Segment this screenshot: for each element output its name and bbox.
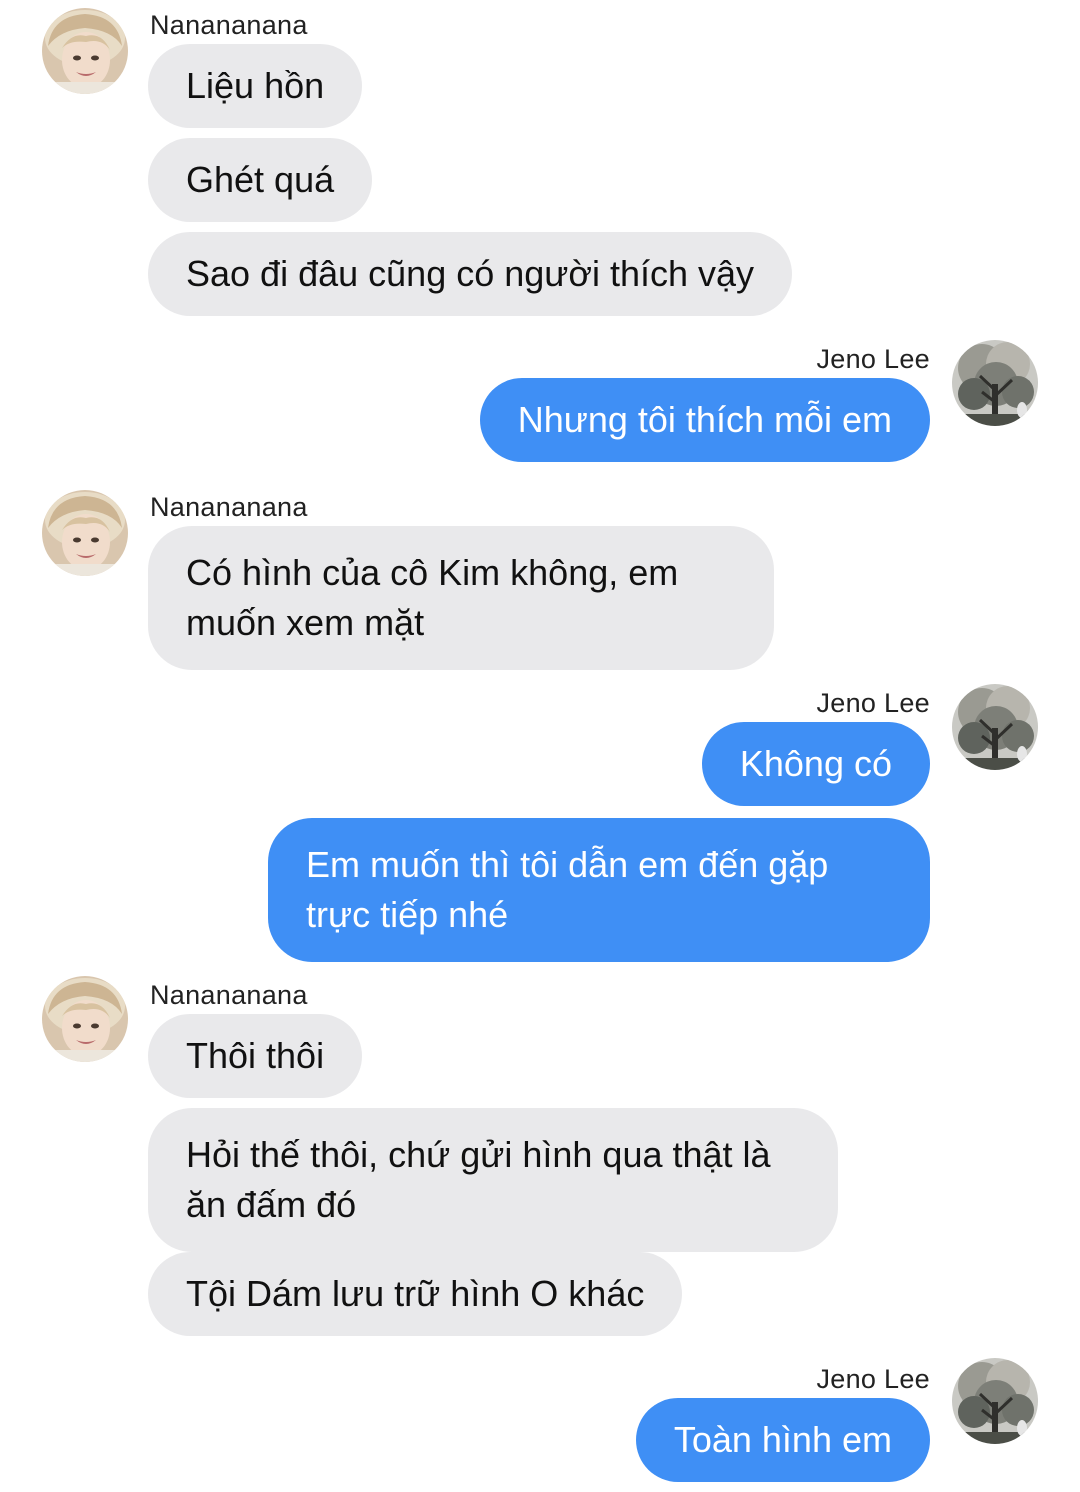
my-avatar[interactable] (952, 340, 1038, 426)
tree-photo-avatar-icon (952, 340, 1038, 426)
outgoing-message[interactable]: Không có (701, 722, 930, 806)
sender-name: Jeno Lee (816, 344, 930, 374)
sender-name: Nanananana (150, 980, 308, 1010)
incoming-message[interactable]: Tội Dám lưu trữ hình O khác (148, 1252, 683, 1336)
contact-avatar[interactable] (42, 8, 128, 94)
outgoing-message[interactable]: Toàn hình em (635, 1398, 930, 1482)
sender-name: Jeno Lee (816, 688, 930, 718)
sender-name: Nanananana (150, 10, 308, 40)
tree-photo-avatar-icon (952, 1358, 1038, 1444)
incoming-message[interactable]: Sao đi đâu cũng có người thích vậy (148, 232, 793, 316)
incoming-message[interactable]: Thôi thôi (148, 1014, 363, 1098)
face-photo-avatar-icon (42, 490, 128, 576)
incoming-message[interactable]: Liệu hồn (148, 44, 363, 128)
face-photo-avatar-icon (42, 976, 128, 1062)
contact-avatar[interactable] (42, 490, 128, 576)
incoming-message[interactable]: Hỏi thế thôi, chứ gửi hình qua thật là ă… (148, 1108, 838, 1252)
contact-avatar[interactable] (42, 976, 128, 1062)
sender-name: Nanananana (150, 492, 308, 522)
outgoing-message[interactable]: Nhưng tôi thích mỗi em (479, 378, 930, 462)
incoming-message[interactable]: Ghét quá (148, 138, 373, 222)
my-avatar[interactable] (952, 684, 1038, 770)
incoming-message[interactable]: Có hình của cô Kim không, em muốn xem mặ… (148, 526, 774, 670)
face-photo-avatar-icon (42, 8, 128, 94)
sender-name: Jeno Lee (816, 1364, 930, 1394)
tree-photo-avatar-icon (952, 684, 1038, 770)
my-avatar[interactable] (952, 1358, 1038, 1444)
outgoing-message[interactable]: Em muốn thì tôi dẫn em đến gặp trực tiếp… (268, 818, 930, 962)
